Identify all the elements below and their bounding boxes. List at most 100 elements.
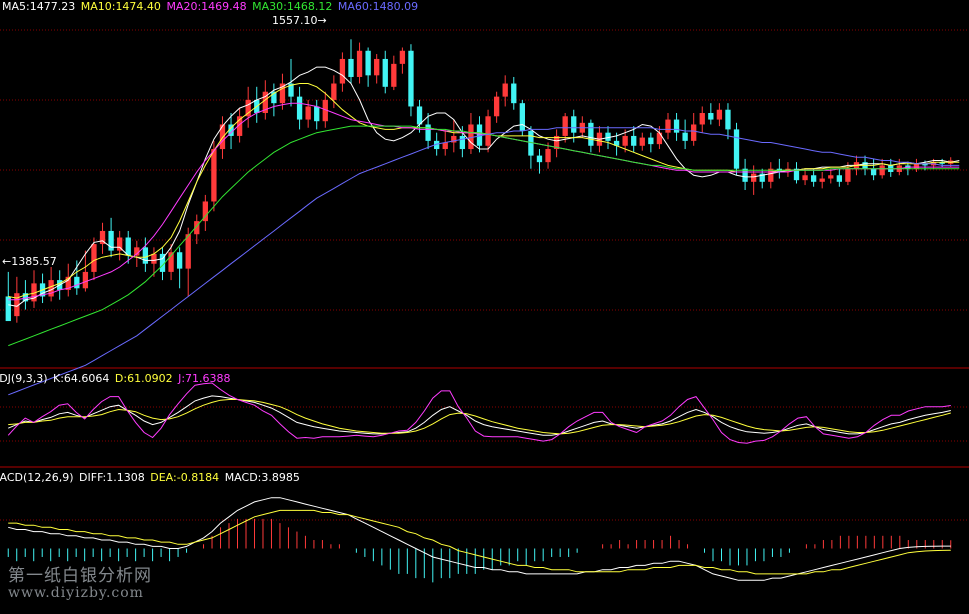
candle-body (802, 175, 808, 181)
watermark-title: 第一纸白银分析网 (8, 566, 152, 586)
candle-body (648, 137, 654, 145)
candle (382, 50, 388, 94)
candle (91, 237, 97, 281)
candle (356, 42, 363, 84)
grid-lines (0, 29, 969, 521)
candle (399, 47, 406, 74)
candle (391, 55, 397, 91)
candle-body (211, 149, 217, 202)
kdj-legend: KDJ(9,3,3) K:64.6064 D:61.0902 J:71.6388 (0, 372, 231, 385)
macd-value-label: MACD:3.8985 (224, 471, 300, 484)
kdj-j-label: J:71.6388 (178, 372, 231, 385)
candle-body (82, 271, 89, 289)
ma30-line (8, 125, 960, 347)
candle-body (673, 119, 680, 133)
macd-diff-label: DIFF:1.1308 (79, 471, 145, 484)
candle-body (836, 175, 842, 182)
candle-body (810, 175, 817, 182)
ma20-label: MA20:1469.48 (166, 0, 247, 13)
candle-body (485, 116, 491, 146)
candle (665, 113, 671, 140)
kdj-d-label: D:61.0902 (114, 372, 173, 385)
candle-body (331, 83, 337, 100)
watermark-url: www.diyizby.com (8, 585, 144, 601)
macd-legend: MACD(12,26,9) DIFF:1.1308 DEA:-0.8184 MA… (0, 471, 300, 484)
candle-body (588, 122, 594, 146)
macd-dea-label: DEA:-0.8184 (150, 471, 220, 484)
candle (793, 162, 800, 184)
ma30-label: MA30:1468.12 (252, 0, 333, 13)
candle (768, 162, 774, 189)
kdj-j-line (7, 382, 951, 444)
kdj-title: KDJ(9,3,3) (0, 372, 48, 385)
candle-body (716, 109, 723, 120)
candle-body (870, 168, 877, 176)
kdj-panel (7, 382, 951, 444)
candle (708, 103, 714, 125)
candle (528, 126, 534, 169)
candle-body (708, 113, 714, 120)
ma60-label: MA60:1480.09 (337, 0, 419, 13)
candle-body (151, 253, 157, 264)
candle-body (74, 276, 80, 289)
candle (74, 260, 80, 295)
candle-body (665, 119, 671, 133)
ma10-label: MA10:1474.40 (80, 0, 161, 13)
candle (733, 122, 740, 176)
candle-body (511, 83, 517, 104)
candle (493, 91, 500, 123)
candle-body (459, 135, 466, 150)
candle (348, 39, 354, 84)
candle (339, 52, 346, 92)
candle-body (725, 109, 731, 130)
candle (785, 162, 791, 177)
candle (485, 109, 491, 153)
candle-body (91, 244, 97, 272)
candle (271, 83, 277, 117)
candle-body (502, 83, 508, 97)
macd-title: MACD(12,26,9) (0, 471, 74, 484)
candle-body (408, 50, 414, 107)
candle (365, 47, 371, 87)
candle-body (442, 142, 448, 150)
high-arrow-icon: → (317, 14, 327, 27)
candle-body (314, 106, 320, 122)
candle-body (382, 58, 388, 87)
candle-body (125, 237, 131, 256)
candle-body (356, 50, 363, 77)
candle (296, 86, 303, 130)
candle-body (733, 129, 740, 169)
kdj-k-label: K:64.6064 (53, 372, 110, 385)
low-price-marker: ←1385.57 (2, 255, 57, 268)
candle-body (519, 103, 525, 132)
candle (648, 132, 654, 153)
ma5-line (8, 66, 960, 307)
candle-body (845, 168, 851, 182)
candle (776, 158, 783, 179)
high-price-marker: 1557.10→ (272, 14, 327, 27)
candle-body (571, 116, 577, 133)
candle (108, 217, 114, 258)
candle (502, 75, 508, 107)
candle (579, 116, 585, 138)
candle-body (425, 124, 431, 141)
candle (725, 103, 731, 140)
candle (673, 113, 680, 141)
candle-body (819, 178, 825, 182)
candle (31, 270, 37, 308)
candle (742, 158, 748, 190)
candle-body (639, 137, 645, 146)
candle-body (691, 124, 697, 141)
candle (819, 171, 825, 189)
candle-body (142, 247, 149, 264)
candle-body (751, 173, 757, 182)
candle-body (545, 149, 551, 163)
candle-body (348, 58, 354, 77)
candle (245, 86, 251, 128)
candle-body (374, 58, 380, 76)
candle (691, 113, 697, 146)
high-price-label: 1557.10 (272, 14, 318, 27)
candle (48, 266, 54, 302)
kdj-d-line (8, 399, 951, 435)
candle (828, 168, 834, 184)
